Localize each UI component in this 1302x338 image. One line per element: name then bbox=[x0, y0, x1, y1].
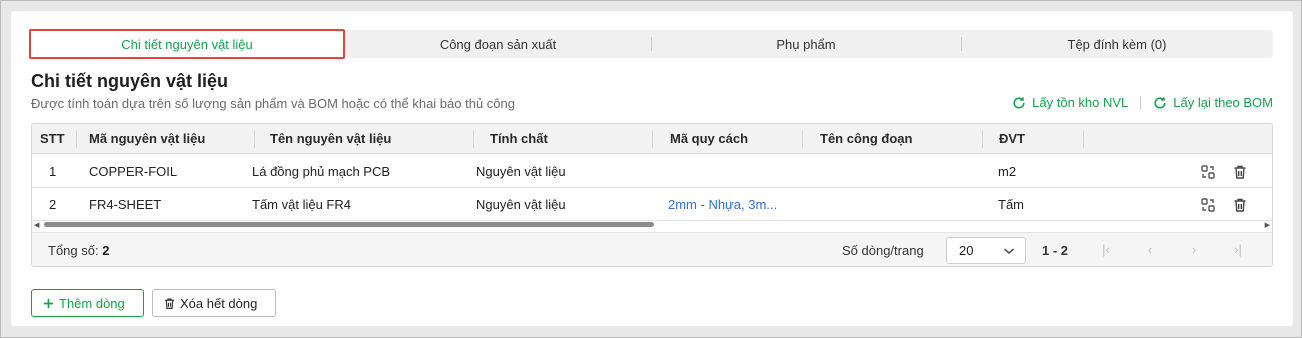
section-title: Chi tiết nguyên vật liệu bbox=[31, 71, 229, 91]
table-row[interactable]: 1 COPPER-FOIL Lá đồng phủ mạch PCB Nguyê… bbox=[32, 155, 1272, 188]
add-row-button[interactable]: Thêm dòng bbox=[31, 289, 144, 317]
cell-material-code: COPPER-FOIL bbox=[89, 164, 178, 179]
scroll-right-arrow-icon[interactable]: ▶ bbox=[1265, 221, 1270, 229]
grid-footer: Tổng số: 2 Số dòng/trang 20 1 - 2 |‹ ‹ ›… bbox=[32, 232, 1272, 266]
tab-material-details[interactable]: Chi tiết nguyên vật liệu bbox=[29, 29, 345, 59]
column-divider bbox=[652, 130, 653, 148]
column-divider bbox=[254, 130, 255, 148]
tab-bar: Chi tiết nguyên vật liệu Công đoạn sản x… bbox=[29, 29, 1273, 59]
section-actions: Lấy tồn kho NVL Lấy lại theo BOM bbox=[1012, 95, 1273, 110]
cell-unit: Tấm bbox=[998, 197, 1024, 212]
col-header-unit[interactable]: ĐVT bbox=[999, 124, 1025, 154]
col-header-property[interactable]: Tính chất bbox=[490, 124, 548, 154]
next-page-icon[interactable]: › bbox=[1186, 242, 1202, 258]
section-subtitle: Được tính toán dựa trên số lượng sản phẩ… bbox=[31, 96, 515, 111]
col-header-spec-code[interactable]: Mã quy cách bbox=[670, 124, 748, 154]
reload-bom-label: Lấy lại theo BOM bbox=[1173, 95, 1273, 110]
column-divider bbox=[76, 130, 77, 148]
cell-stt: 2 bbox=[49, 197, 57, 212]
column-divider bbox=[982, 130, 983, 148]
total-count: Tổng số: 2 bbox=[48, 243, 109, 258]
last-page-icon[interactable]: ›| bbox=[1230, 242, 1246, 258]
add-row-label: Thêm dòng bbox=[59, 295, 125, 311]
tab-attachments[interactable]: Tệp đính kèm (0) bbox=[961, 30, 1273, 58]
cell-material-code: FR4-SHEET bbox=[89, 197, 162, 212]
tab-label: Công đoạn sản xuất bbox=[439, 36, 557, 52]
plus-icon bbox=[43, 298, 54, 308]
cell-material-name: Tấm vật liệu FR4 bbox=[252, 197, 351, 212]
scroll-left-arrow-icon[interactable]: ◀ bbox=[34, 221, 39, 229]
cell-property: Nguyên vật liệu bbox=[476, 164, 566, 179]
rows-per-page-label: Số dòng/trang bbox=[842, 243, 924, 258]
column-divider bbox=[1083, 130, 1084, 148]
cell-property: Nguyên vật liệu bbox=[476, 197, 566, 212]
trash-icon bbox=[165, 297, 174, 309]
delete-all-rows-button[interactable]: Xóa hết dòng bbox=[152, 289, 276, 317]
first-page-icon[interactable]: |‹ bbox=[1098, 242, 1114, 258]
tab-label: Phụ phẩm bbox=[776, 36, 836, 52]
horizontal-scrollbar[interactable]: ◀ ▶ bbox=[32, 220, 1272, 230]
get-stock-button[interactable]: Lấy tồn kho NVL bbox=[1012, 95, 1128, 110]
total-value: 2 bbox=[102, 243, 110, 258]
col-header-stt[interactable]: STT bbox=[40, 124, 65, 154]
tab-production-stages[interactable]: Công đoạn sản xuất bbox=[345, 30, 651, 58]
divider bbox=[1140, 95, 1142, 110]
scrollbar-thumb[interactable] bbox=[44, 222, 654, 227]
total-label: Tổng số: bbox=[48, 243, 99, 258]
column-divider bbox=[802, 130, 803, 148]
tab-label: Chi tiết nguyên vật liệu bbox=[121, 36, 253, 52]
prev-page-icon[interactable]: ‹ bbox=[1142, 242, 1158, 258]
delete-all-rows-label: Xóa hết dòng bbox=[180, 295, 258, 311]
rows-per-page-value: 20 bbox=[959, 243, 974, 258]
replace-icon[interactable] bbox=[1200, 164, 1216, 180]
page-range: 1 - 2 bbox=[1042, 243, 1069, 258]
window-frame: Chi tiết nguyên vật liệu Công đoạn sản x… bbox=[0, 0, 1302, 338]
cell-spec-code[interactable]: 2mm - Nhựa, 3m... bbox=[668, 188, 777, 221]
col-header-stage-name[interactable]: Tên công đoạn bbox=[820, 124, 912, 154]
column-divider bbox=[473, 130, 474, 148]
rows-per-page-select[interactable]: 20 bbox=[946, 237, 1026, 264]
grid-header: STT Mã nguyên vật liệu Tên nguyên vật li… bbox=[32, 124, 1272, 154]
tab-by-products[interactable]: Phụ phẩm bbox=[651, 30, 961, 58]
chevron-down-icon bbox=[1004, 248, 1014, 255]
col-header-material-name[interactable]: Tên nguyên vật liệu bbox=[270, 124, 391, 154]
replace-icon[interactable] bbox=[1200, 197, 1216, 213]
materials-grid: STT Mã nguyên vật liệu Tên nguyên vật li… bbox=[31, 123, 1273, 267]
col-header-material-code[interactable]: Mã nguyên vật liệu bbox=[89, 124, 205, 154]
table-row[interactable]: 2 FR4-SHEET Tấm vật liệu FR4 Nguyên vật … bbox=[32, 188, 1272, 221]
tab-label: Tệp đính kèm (0) bbox=[1067, 36, 1167, 52]
cell-unit: m2 bbox=[998, 164, 1017, 179]
reload-bom-button[interactable]: Lấy lại theo BOM bbox=[1153, 95, 1273, 110]
cell-material-name: Lá đồng phủ mạch PCB bbox=[252, 164, 391, 179]
trash-icon[interactable] bbox=[1232, 164, 1248, 180]
content-panel: Chi tiết nguyên vật liệu Công đoạn sản x… bbox=[11, 11, 1293, 326]
cell-stt: 1 bbox=[49, 164, 57, 179]
get-stock-label: Lấy tồn kho NVL bbox=[1032, 95, 1129, 110]
refresh-icon bbox=[1154, 96, 1166, 109]
trash-icon[interactable] bbox=[1232, 197, 1248, 213]
refresh-icon bbox=[1013, 96, 1025, 109]
